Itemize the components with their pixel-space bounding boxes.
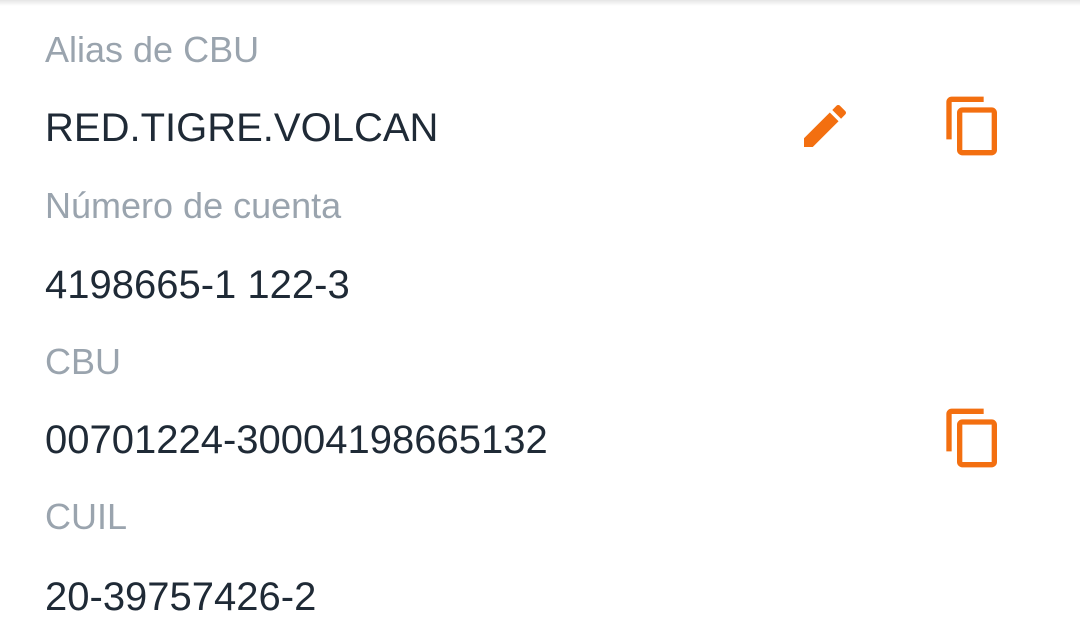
cuil-label: CUIL [45, 496, 128, 537]
copy-icon [946, 408, 997, 468]
cbu-label: CBU [45, 341, 122, 382]
copy-cbu-button[interactable] [937, 402, 1009, 474]
cbu-value: 00701224-30004198665132 [45, 418, 548, 462]
edit-alias-button[interactable] [789, 90, 861, 162]
alias-value: RED.TIGRE.VOLCAN [45, 106, 439, 150]
alias-label: Alias de CBU [45, 29, 260, 70]
cuil-value: 20-39757426-2 [45, 575, 317, 619]
account-number-value: 4198665-1 122-3 [45, 263, 350, 307]
top-shadow [0, 0, 1080, 6]
copy-icon [946, 96, 997, 156]
copy-alias-button[interactable] [937, 90, 1009, 162]
account-number-label: Número de cuenta [45, 185, 342, 226]
edit-icon [804, 104, 847, 147]
